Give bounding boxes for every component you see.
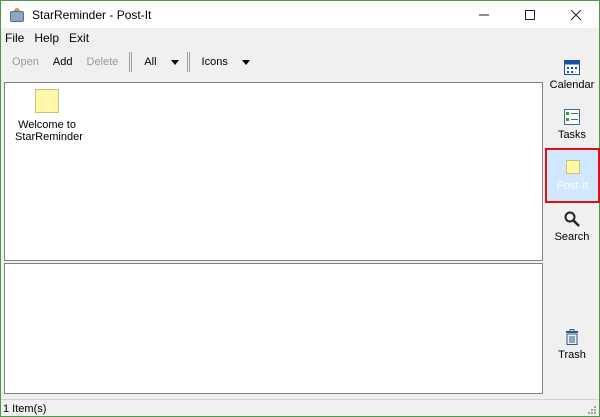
menu-file[interactable]: File bbox=[1, 31, 29, 45]
view-value: Icons bbox=[201, 56, 228, 68]
calendar-icon bbox=[564, 59, 580, 75]
note-label: Welcome to StarReminder bbox=[15, 119, 83, 143]
menu-bar: File Help Exit bbox=[1, 28, 599, 47]
search-icon bbox=[564, 211, 580, 227]
sidebar-item-trash[interactable]: Trash bbox=[545, 329, 599, 361]
sidebar: Calendar Tasks Post-It Search Trash bbox=[545, 51, 600, 396]
maximize-button[interactable] bbox=[507, 1, 553, 28]
sidebar-item-tasks[interactable]: Tasks bbox=[545, 109, 599, 141]
sidebar-item-postit[interactable]: Post-It bbox=[545, 148, 600, 203]
status-bar: 1 Item(s) bbox=[1, 399, 599, 417]
minimize-icon bbox=[479, 14, 489, 15]
minimize-button[interactable] bbox=[461, 1, 507, 28]
sticky-note-icon bbox=[565, 160, 580, 174]
view-dropdown[interactable]: Icons bbox=[194, 56, 254, 68]
close-button[interactable] bbox=[553, 1, 599, 28]
sidebar-item-search[interactable]: Search bbox=[545, 211, 599, 243]
notes-list-pane[interactable]: Welcome to StarReminder bbox=[4, 82, 543, 261]
filter-value: All bbox=[144, 56, 157, 68]
sticky-note-icon bbox=[35, 89, 59, 113]
maximize-icon bbox=[525, 9, 535, 20]
item-count: 1 Item(s) bbox=[3, 402, 47, 415]
note-preview-pane[interactable] bbox=[4, 263, 543, 394]
toolbar-separator bbox=[186, 52, 190, 72]
window-title: StarReminder - Post-It bbox=[32, 7, 152, 22]
sidebar-item-label: Calendar bbox=[549, 79, 595, 91]
chevron-down-icon bbox=[170, 59, 179, 65]
sidebar-item-label: Search bbox=[554, 231, 590, 243]
open-button[interactable]: Open bbox=[5, 56, 46, 68]
toolbar: Open Add Delete All Icons bbox=[1, 49, 541, 75]
filter-dropdown[interactable]: All bbox=[136, 56, 182, 68]
sidebar-item-label: Tasks bbox=[557, 129, 587, 141]
app-window: StarReminder - Post-It File Help Exit Op… bbox=[0, 0, 600, 417]
menu-exit[interactable]: Exit bbox=[64, 31, 94, 45]
alarm-clock-icon bbox=[9, 7, 25, 22]
sidebar-item-label: Post-It bbox=[556, 180, 589, 192]
toolbar-separator bbox=[129, 52, 133, 72]
add-button[interactable]: Add bbox=[46, 56, 80, 68]
close-icon bbox=[571, 9, 581, 20]
delete-button[interactable]: Delete bbox=[80, 56, 126, 68]
trash-icon bbox=[564, 329, 580, 345]
resize-grip-icon[interactable] bbox=[587, 405, 597, 415]
sidebar-item-calendar[interactable]: Calendar bbox=[545, 59, 599, 91]
sidebar-item-label: Trash bbox=[558, 349, 586, 361]
note-item[interactable]: Welcome to StarReminder bbox=[15, 89, 83, 143]
chevron-down-icon bbox=[241, 59, 250, 65]
title-bar[interactable]: StarReminder - Post-It bbox=[1, 1, 599, 28]
tasks-icon bbox=[564, 109, 580, 125]
menu-help[interactable]: Help bbox=[29, 31, 64, 45]
